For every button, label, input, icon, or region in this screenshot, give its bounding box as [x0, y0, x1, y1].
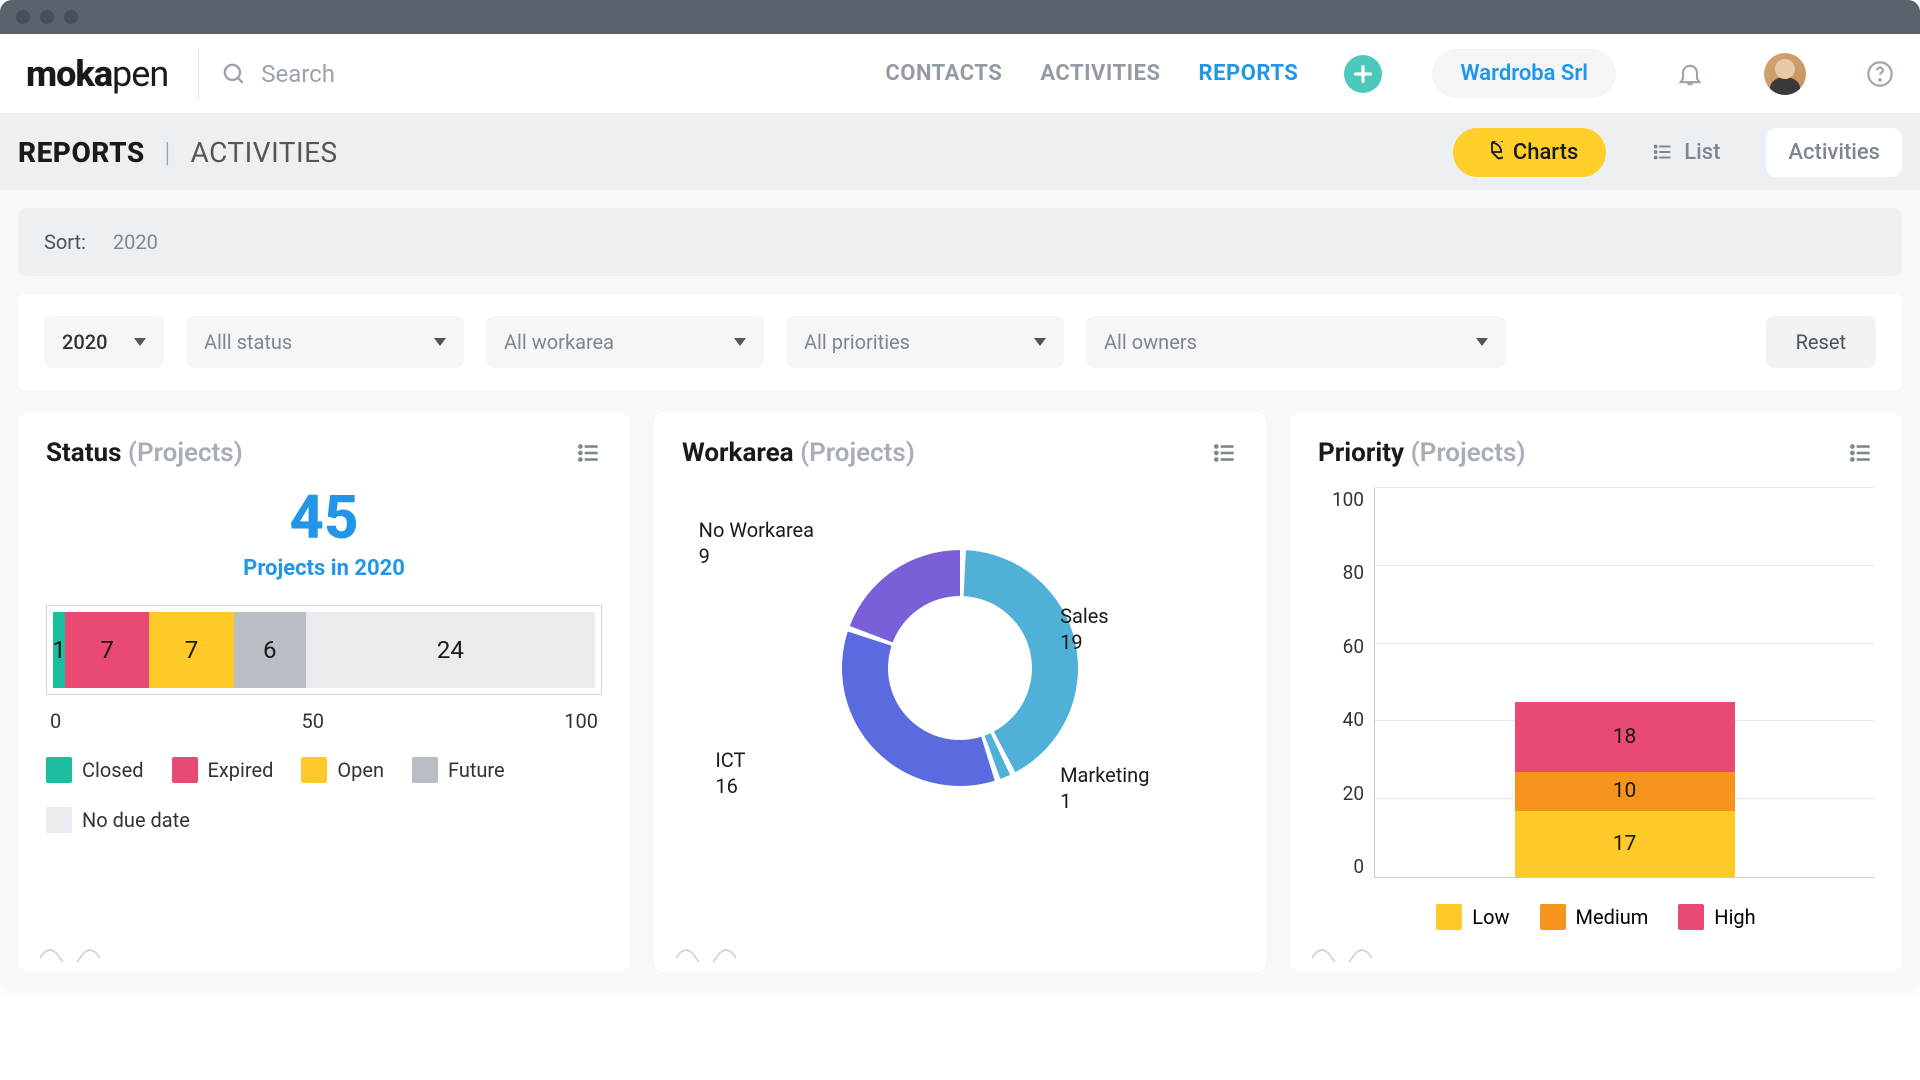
nav-activities[interactable]: ACTIVITIES [1040, 61, 1160, 86]
app-logo: mokapen [26, 53, 168, 95]
chevron-down-icon [734, 338, 746, 346]
search-input[interactable]: Search [221, 60, 335, 88]
filter-priorities[interactable]: All priorities [786, 316, 1064, 368]
divider [198, 48, 199, 100]
priority-seg-high: 18 [1515, 702, 1735, 772]
add-button[interactable] [1344, 55, 1382, 93]
donut-label: Marketing1 [1060, 762, 1149, 814]
sort-value[interactable]: 2020 [113, 230, 158, 254]
chevron-down-icon [1476, 338, 1488, 346]
priority-bar-chart: 100806040200 171018 [1318, 488, 1874, 878]
card-status-title: Status (Projects) [46, 438, 243, 468]
nav-reports[interactable]: REPORTS [1199, 61, 1299, 86]
bell-icon [1676, 60, 1704, 88]
status-seg-no-due-date: 24 [306, 612, 595, 688]
breadcrumb-separator: | [164, 136, 171, 169]
filter-workarea[interactable]: All workarea [486, 316, 764, 368]
status-seg-future: 6 [234, 612, 306, 688]
user-avatar[interactable] [1764, 53, 1806, 95]
tab-list[interactable]: List [1624, 128, 1748, 177]
help-button[interactable] [1866, 60, 1894, 88]
list-icon [1652, 141, 1674, 163]
filter-year[interactable]: 2020 [44, 316, 164, 368]
breadcrumb-current: ACTIVITIES [190, 136, 337, 169]
legend-item: High [1678, 904, 1755, 930]
list-icon[interactable] [1848, 440, 1874, 466]
search-placeholder: Search [261, 60, 335, 88]
chevron-down-icon [1034, 338, 1046, 346]
breadcrumb: REPORTS | ACTIVITIES [18, 136, 338, 169]
card-workarea: Workarea (Projects) Sales19 Marketing1 ICT… [654, 412, 1266, 972]
status-seg-closed: 1 [53, 612, 65, 688]
window-titlebar [0, 0, 1920, 34]
reset-button[interactable]: Reset [1766, 316, 1876, 368]
card-status: Status (Projects) 45 Projects in 2020 17… [18, 412, 630, 972]
sort-label: Sort: [44, 230, 86, 254]
status-legend: Closed Expired Open Future No due date [46, 757, 602, 833]
status-caption: Projects in 2020 [46, 556, 602, 581]
wave-icon [40, 938, 100, 962]
org-selector[interactable]: Wardroba Srl [1432, 49, 1616, 98]
filter-owners[interactable]: All owners [1086, 316, 1506, 368]
card-priority: Priority (Projects) 100806040200 171018 … [1290, 412, 1902, 972]
top-bar: mokapen Search CONTACTS ACTIVITIES REPOR… [0, 34, 1920, 114]
legend-item: No due date [46, 807, 190, 833]
legend-item: Low [1436, 904, 1509, 930]
legend-item: Closed [46, 757, 144, 783]
window-max-dot[interactable] [64, 10, 78, 24]
plus-icon [1352, 63, 1374, 85]
wave-icon [676, 938, 736, 962]
donut-label: Sales19 [1060, 603, 1109, 655]
page-subheader: REPORTS | ACTIVITIES Charts List Activit… [0, 114, 1920, 190]
status-seg-open: 7 [149, 612, 233, 688]
priority-seg-medium: 10 [1515, 772, 1735, 811]
window-min-dot[interactable] [40, 10, 54, 24]
status-bar-chart: 177624 [46, 605, 602, 695]
priority-legend: Low Medium High [1318, 904, 1874, 930]
workarea-donut-chart: Sales19 Marketing1 ICT16 No Workarea9 [682, 488, 1238, 848]
priority-seg-low: 17 [1515, 811, 1735, 877]
status-total: 45 [46, 488, 602, 548]
filter-bar: 2020 Alll status All workarea All priori… [18, 294, 1902, 390]
list-icon[interactable] [1212, 440, 1238, 466]
notifications-button[interactable] [1676, 60, 1704, 88]
donut-label: ICT16 [715, 747, 745, 799]
sort-bar: Sort: 2020 [18, 208, 1902, 276]
search-icon [221, 61, 247, 87]
legend-item: Expired [172, 757, 274, 783]
chevron-down-icon [434, 338, 446, 346]
status-axis: 050100 [46, 709, 602, 733]
card-priority-title: Priority (Projects) [1318, 438, 1525, 468]
legend-item: Medium [1540, 904, 1649, 930]
breadcrumb-root: REPORTS [18, 136, 145, 169]
tab-activities[interactable]: Activities [1766, 128, 1902, 177]
list-icon[interactable] [576, 440, 602, 466]
chevron-down-icon [134, 338, 146, 346]
filter-status[interactable]: Alll status [186, 316, 464, 368]
card-workarea-title: Workarea (Projects) [682, 438, 915, 468]
legend-item: Future [412, 757, 505, 783]
wave-icon [1312, 938, 1372, 962]
nav-contacts[interactable]: CONTACTS [885, 61, 1002, 86]
status-seg-expired: 7 [65, 612, 149, 688]
donut-label: No Workarea9 [699, 517, 814, 569]
tab-charts[interactable]: Charts [1453, 128, 1606, 177]
window-close-dot[interactable] [16, 10, 30, 24]
pie-chart-icon [1481, 141, 1503, 163]
help-icon [1866, 60, 1894, 88]
legend-item: Open [301, 757, 384, 783]
